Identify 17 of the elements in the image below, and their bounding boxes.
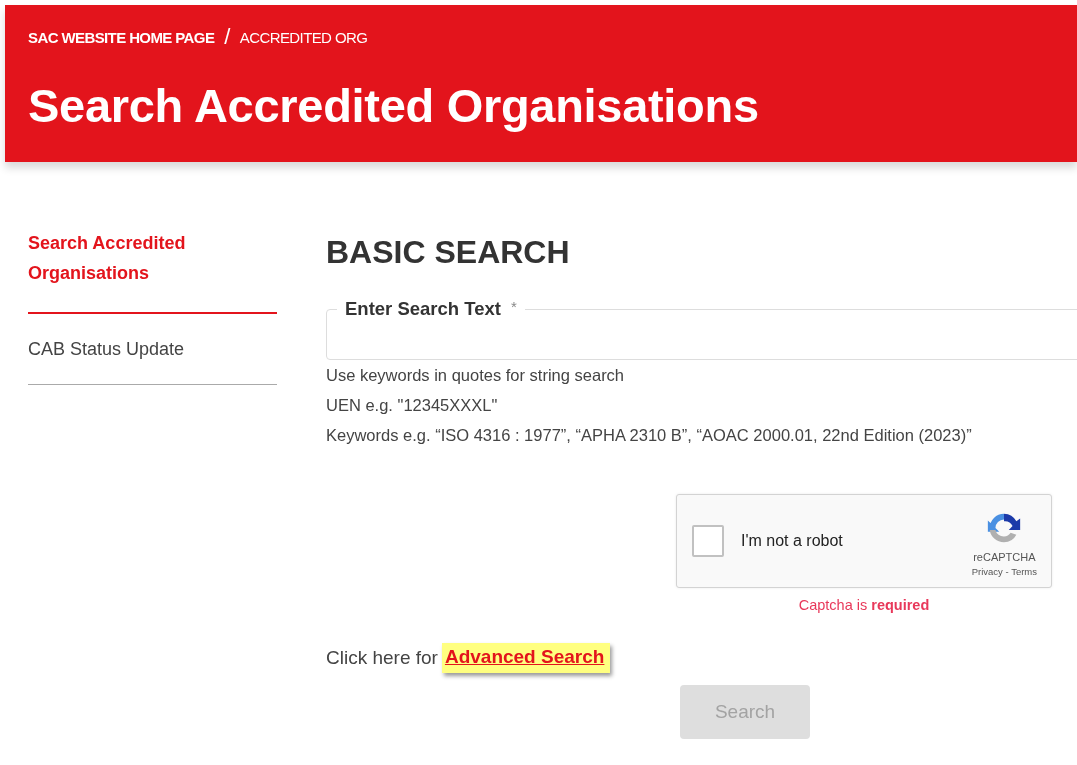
- privacy-terms-links[interactable]: Privacy - Terms: [971, 566, 1037, 577]
- hint-text: UEN e.g. "12345XXXL": [326, 395, 499, 416]
- advanced-prompt: Click here for: [326, 647, 438, 669]
- hint-text: Keywords e.g. “ISO 4316 : 1977”, “APHA 2310 B”, “AOAC 2000.01, 22nd Edition (2023)”: [326, 425, 973, 446]
- breadcrumb-link[interactable]: SAC WEBSITE HOME PAGE: [28, 28, 215, 46]
- sidebar-item[interactable]: CAB Status Update: [28, 314, 277, 385]
- captcha-error: Captcha is required: [798, 597, 930, 613]
- section-heading: BASIC SEARCH: [326, 233, 571, 272]
- captcha-checkbox[interactable]: [692, 525, 724, 557]
- advanced-search-link[interactable]: Advanced Search: [441, 643, 611, 673]
- breadcrumb-current: ACCREDITED ORG: [239, 28, 368, 46]
- captcha-label: I'm not a robot: [741, 532, 844, 550]
- hint-text: Use keywords in quotes for string search: [326, 365, 626, 386]
- captcha-brand: reCAPTCHA: [973, 551, 1036, 563]
- page-title: Search Accredited Organisations: [28, 78, 760, 134]
- sidebar-item[interactable]: Search Accredited Organisations: [28, 228, 277, 314]
- breadcrumb-separator: /: [224, 24, 230, 50]
